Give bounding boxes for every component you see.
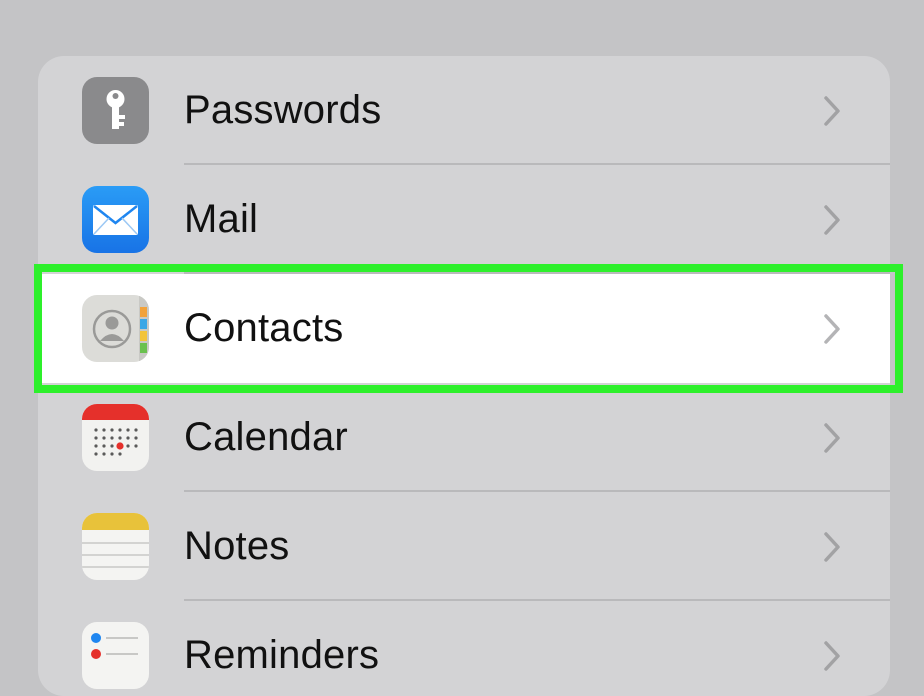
settings-row-label: Notes	[184, 524, 290, 568]
reminders-icon	[82, 622, 149, 689]
chevron-right-icon	[822, 422, 842, 454]
settings-row-contacts[interactable]: Contacts	[38, 274, 890, 383]
key-icon	[82, 77, 149, 144]
settings-list: Passwords Mail Contacts Calendar Notes R…	[38, 56, 890, 696]
settings-row-label: Reminders	[184, 633, 380, 677]
calendar-icon	[82, 404, 149, 471]
settings-row-notes[interactable]: Notes	[38, 492, 890, 601]
settings-row-calendar[interactable]: Calendar	[38, 383, 890, 492]
chevron-right-icon	[822, 204, 842, 236]
chevron-right-icon	[822, 640, 842, 672]
settings-row-label: Mail	[184, 197, 259, 241]
chevron-right-icon	[822, 531, 842, 563]
chevron-right-icon	[822, 95, 842, 127]
settings-row-label: Calendar	[184, 415, 348, 459]
settings-row-label: Contacts	[184, 306, 344, 350]
envelope-icon	[82, 186, 149, 253]
notepad-icon	[82, 513, 149, 580]
chevron-right-icon	[822, 313, 842, 345]
settings-row-label: Passwords	[184, 88, 382, 132]
settings-row-reminders[interactable]: Reminders	[38, 601, 890, 696]
settings-row-mail[interactable]: Mail	[38, 165, 890, 274]
contact-card-icon	[82, 295, 149, 362]
settings-row-passwords[interactable]: Passwords	[38, 56, 890, 165]
